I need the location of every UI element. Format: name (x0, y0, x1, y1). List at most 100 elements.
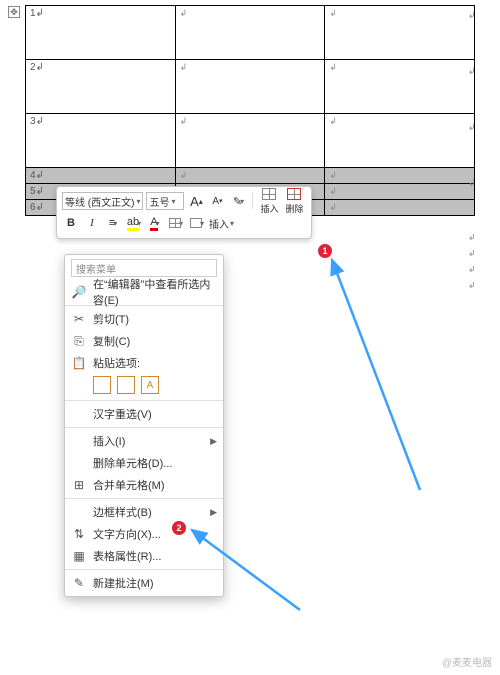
para-mark: ↲ (180, 116, 188, 126)
para-mark: ↲ (329, 186, 337, 196)
menu-item-label: 删除单元格(D)... (93, 455, 217, 471)
menu-item-label: 表格属性(R)... (93, 548, 217, 564)
menu-item-label: 插入(I) (93, 433, 204, 449)
table-cell[interactable]: 2↲ (26, 60, 176, 114)
para-mark: ↲ (468, 280, 476, 291)
mini-toolbar: 等线 (西文正文) ▾ 五号 ▾ A▴ A▾ ✎▾ 插入 删除 B I ≡▾ a… (56, 186, 312, 239)
table-row[interactable]: 3↲ ↲ ↲ (26, 114, 475, 168)
table-cell[interactable]: 1↲ (26, 6, 176, 60)
divider (252, 193, 253, 209)
insert-dropdown-button[interactable]: 插入 (209, 214, 229, 232)
menu-item-icon: ✂ (71, 312, 87, 326)
font-size: 五号 (149, 194, 169, 209)
cell-number: 4↲ (30, 170, 44, 181)
para-mark: ↲ (468, 66, 476, 77)
menu-item[interactable]: ⊞合并单元格(M) (65, 474, 223, 496)
paste-option-icon[interactable] (93, 376, 111, 394)
watermark: @麦麦电器 (442, 654, 492, 669)
para-mark: ↲ (468, 264, 476, 275)
menu-item[interactable]: 📋 粘贴选项: (65, 352, 223, 374)
table-cell[interactable]: 3↲ (26, 114, 176, 168)
para-mark: ↲ (468, 122, 476, 133)
menu-separator (65, 427, 223, 428)
menu-item-label: 复制(C) (93, 333, 217, 349)
menu-item-icon: 🔎 (71, 285, 87, 299)
table-cell[interactable]: ↲ (175, 168, 325, 184)
menu-item-label: 文字方向(X)... (93, 526, 217, 542)
menu-item[interactable]: 删除单元格(D)... (65, 452, 223, 474)
callout-badge-1: 1 (318, 244, 332, 258)
menu-separator (65, 498, 223, 499)
chevron-right-icon: ▶ (210, 507, 217, 518)
context-menu: 搜索菜单 🔎在“编辑器”中查看所选内容(E)✂剪切(T)⎘复制(C)📋粘贴选项:… (64, 254, 224, 597)
align-button[interactable]: ≡▾ (104, 214, 122, 232)
table-cell[interactable]: ↲ (325, 114, 475, 168)
grow-font-button[interactable]: A▴ (187, 192, 205, 210)
table-cell[interactable]: ↲ (175, 60, 325, 114)
paste-option-icon[interactable]: A (141, 376, 159, 394)
borders-button[interactable]: ▾ (167, 214, 185, 232)
table-row[interactable]: 2↲ ↲ ↲ (26, 60, 475, 114)
table-cell[interactable]: ↲ (325, 168, 475, 184)
menu-item-tableprops[interactable]: ▦表格属性(R)... (65, 545, 223, 567)
menu-item[interactable]: ✂剪切(T) (65, 308, 223, 330)
search-placeholder: 搜索菜单 (76, 261, 116, 276)
delete-label: 删除 (285, 202, 303, 215)
menu-separator (65, 400, 223, 401)
table-row[interactable]: 4↲ ↲↲ (26, 168, 475, 184)
menu-item-icon: ⎘ (71, 334, 87, 349)
para-mark: ↲ (468, 232, 476, 243)
menu-item[interactable]: ✎新建批注(M) (65, 572, 223, 594)
font-color-button[interactable]: A▾ (146, 214, 164, 232)
font-size-select[interactable]: 五号 ▾ (146, 192, 184, 210)
delete-table-button[interactable]: 删除 (283, 187, 305, 215)
shrink-font-button[interactable]: A▾ (208, 192, 226, 210)
menu-item-icon: 📋 (71, 356, 87, 370)
grid-delete-icon (287, 188, 301, 200)
chevron-right-icon: ▶ (210, 436, 217, 447)
cell-number: 2↲ (30, 62, 44, 73)
menu-item[interactable]: 插入(I) ▶ (65, 430, 223, 452)
format-painter-button[interactable]: ✎▾ (229, 192, 247, 210)
table-row[interactable]: 1↲ ↲ ↲ (26, 6, 475, 60)
menu-item[interactable]: ⇅文字方向(X)... (65, 523, 223, 545)
menu-item-label: 边框样式(B) (93, 504, 204, 520)
menu-item[interactable]: 🔎在“编辑器”中查看所选内容(E) (65, 281, 223, 303)
grid-icon (262, 188, 276, 200)
para-mark: ↲ (180, 62, 188, 72)
italic-button[interactable]: I (83, 214, 101, 232)
menu-search-input[interactable]: 搜索菜单 (71, 259, 217, 277)
cell-number: 3↲ (30, 116, 44, 127)
para-mark: ↲ (329, 202, 337, 212)
cell-number: 5↲ (30, 186, 44, 197)
cell-align-button[interactable]: ▾ (188, 214, 206, 232)
para-mark: ↲ (329, 8, 337, 18)
menu-item-label: 在“编辑器”中查看所选内容(E) (93, 276, 217, 308)
bold-button[interactable]: B (62, 214, 80, 232)
menu-item[interactable]: 汉字重选(V) (65, 403, 223, 425)
chevron-down-icon: ▾ (171, 197, 175, 206)
table-cell[interactable]: ↲ (175, 6, 325, 60)
menu-item-icon: ⊞ (71, 478, 87, 492)
table-cell[interactable]: ↲ (325, 6, 475, 60)
para-mark: ↲ (468, 10, 476, 21)
paste-option-icon[interactable] (117, 376, 135, 394)
font-select[interactable]: 等线 (西文正文) ▾ (62, 192, 143, 210)
para-mark: ↲ (329, 116, 337, 126)
table-cell[interactable]: ↲ (325, 184, 475, 200)
chevron-down-icon: ▾ (136, 197, 140, 206)
cell-number: 1↲ (30, 8, 44, 19)
table-cell[interactable]: ↲ (175, 114, 325, 168)
menu-item-label: 新建批注(M) (93, 575, 217, 591)
table-cell[interactable]: 4↲ (26, 168, 176, 184)
para-mark: ↲ (180, 8, 188, 18)
menu-item-label: 粘贴选项: (93, 355, 217, 371)
table-cell[interactable]: ↲ (325, 200, 475, 216)
table-cell[interactable]: ↲ (325, 60, 475, 114)
table-move-handle[interactable]: ✥ (8, 6, 20, 18)
highlight-button[interactable]: ab▾ (125, 214, 143, 232)
menu-item[interactable]: 边框样式(B) ▶ (65, 501, 223, 523)
document-table[interactable]: 1↲↲↲2↲↲↲3↲↲↲4↲↲↲5↲↲↲6↲↲↲ (25, 5, 475, 216)
insert-table-button[interactable]: 插入 (258, 187, 280, 215)
menu-item[interactable]: ⎘ 复制(C) (65, 330, 223, 352)
